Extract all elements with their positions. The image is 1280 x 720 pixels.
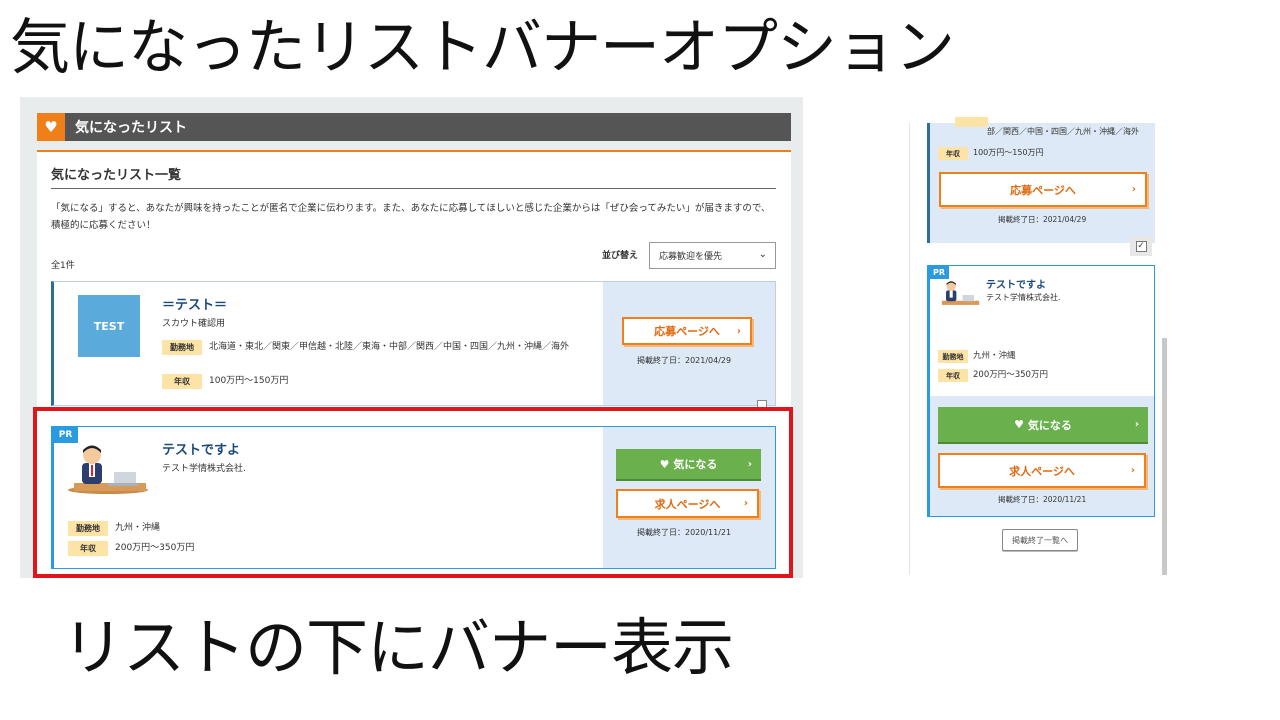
job-page-button[interactable]: 求人ページへ › [938, 453, 1146, 488]
favorite-checkbox[interactable]: ✓ [1130, 236, 1152, 256]
apply-page-button-label: 応募ページへ [654, 325, 720, 338]
panel-header-title: 気になったリスト [75, 120, 187, 136]
salary-tag: 年収 [162, 374, 202, 389]
pr-banner-card: PR テストですよ テスト学情株式会社. 勤務地 九州・沖縄 年収 200万円～… [927, 265, 1155, 517]
check-icon: ✓ [1135, 240, 1147, 252]
chevron-right-icon: › [1131, 184, 1136, 195]
sort-label: 並び替え [602, 251, 639, 261]
slide-title: 気になったリストバナーオプション [10, 13, 955, 83]
salary-value: 100万円～150万円 [973, 148, 1044, 157]
company-name: テスト学情株式会社. [986, 293, 1061, 302]
location-tag [955, 117, 988, 127]
pr-badge: PR [929, 265, 949, 279]
like-button[interactable]: ♥ 気になる › [938, 407, 1148, 442]
job-card: 部／関西／中国・四国／九州・沖縄／海外 年収 100万円～150万円 応募ページ… [927, 117, 1155, 243]
chevron-right-icon: › [1134, 419, 1139, 430]
job-card: TEST ＝テスト＝ スカウト確認用 勤務地 北海道・東北／関東／甲信越・北陸／… [51, 281, 776, 406]
job-title[interactable]: ＝テスト＝ [162, 294, 227, 313]
heart-icon: ♥ [37, 113, 65, 141]
card-action-area: ♥ 気になる › 求人ページへ › 掲載終了日：2020/11/21 [930, 396, 1154, 516]
businessman-illustration [941, 281, 980, 305]
chevron-down-icon: ⌄ [758, 249, 767, 260]
divider [51, 188, 776, 189]
location-value: 部／関西／中国・四国／九州・沖縄／海外 [987, 127, 1139, 136]
location-tag: 勤務地 [938, 350, 968, 363]
slide-caption: リストの下にバナー表示 [62, 611, 734, 684]
like-button-label: 気になる [1027, 418, 1072, 432]
chevron-right-icon: › [736, 325, 741, 337]
scrollbar[interactable] [1162, 338, 1167, 575]
job-thumbnail: TEST [78, 295, 140, 357]
salary-tag: 年収 [938, 147, 968, 160]
heart-icon: ♥ [1014, 418, 1028, 431]
list-description: 「気になる」すると、あなたが興味を持ったことが匿名で企業に伝わります。また、あな… [51, 203, 771, 231]
mobile-favorites-view: 部／関西／中国・四国／九州・沖縄／海外 年収 100万円～150万円 応募ページ… [909, 117, 1167, 575]
location-value: 九州・沖縄 [973, 351, 1016, 361]
end-date: 掲載終了日：2021/04/29 [637, 356, 732, 365]
salary-value: 100万円～150万円 [209, 376, 289, 386]
highlight-frame [33, 407, 793, 578]
result-count: 全1件 [51, 261, 75, 271]
end-date: 掲載終了日：2020/11/21 [998, 495, 1087, 504]
job-page-button-label: 求人ページへ [1009, 464, 1075, 478]
sort-select[interactable]: 応募歓迎を優先 ⌄ [649, 242, 776, 269]
apply-page-button[interactable]: 応募ページへ › [622, 317, 752, 345]
ended-list-button[interactable]: 掲載終了一覧へ [1002, 529, 1078, 551]
job-subtitle: スカウト確認用 [162, 319, 226, 329]
sort-select-value: 応募歓迎を優先 [659, 252, 723, 262]
salary-value: 200万円～350万円 [973, 370, 1048, 380]
location-value: 北海道・東北／関東／甲信越・北陸／東海・中部／関西／中国・四国／九州・沖縄／海外 [209, 342, 570, 352]
end-date: 掲載終了日：2021/04/29 [998, 215, 1087, 224]
list-title: 気になったリスト一覧 [51, 168, 182, 183]
card-action-area: 応募ページへ › 掲載終了日：2021/04/29 [603, 282, 775, 405]
salary-tag: 年収 [938, 369, 968, 382]
job-title[interactable]: テストですよ [986, 276, 1046, 291]
panel-header: ♥ 気になったリスト [37, 113, 791, 141]
apply-page-button-label: 応募ページへ [1010, 183, 1076, 197]
chevron-right-icon: › [1130, 465, 1135, 476]
location-tag: 勤務地 [162, 340, 202, 355]
apply-page-button[interactable]: 応募ページへ › [939, 172, 1147, 207]
